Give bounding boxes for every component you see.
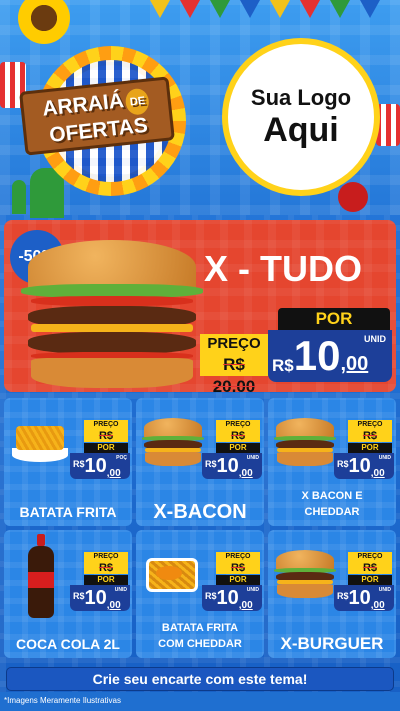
flyer: ARRAIÁDE OFERTAS Sua Logo Aqui -50% X - … (0, 0, 400, 711)
burger-icon (273, 418, 337, 466)
hero-por-label: POR (278, 308, 390, 330)
por-label: POR (84, 443, 128, 453)
product-name: X-BURGUER (280, 634, 384, 653)
product-card[interactable]: PREÇOR$ 20,00PORR$10,00UNID BATATA FRITA … (136, 530, 264, 658)
por-label: POR (216, 443, 260, 453)
product-name: X BACON E CHEDDAR (301, 490, 363, 518)
hero-offer[interactable]: -50% X - TUDO PREÇO R$ 20,00 POR R$10,00… (4, 220, 396, 392)
old-price: R$ 20,00 (84, 562, 128, 586)
fries-icon (12, 426, 68, 462)
disclaimer: *Imagens Meramente Ilustrativas (4, 696, 121, 705)
arraia-badge: ARRAIÁ DE OFERTAS (19, 46, 186, 196)
product-name: COCA COLA 2L (16, 636, 120, 652)
badge-line1: ARRAIÁ (41, 89, 125, 121)
hero-old-price: R$ 20,00 (200, 354, 268, 392)
price-box: R$10,00 UNID (334, 453, 394, 479)
bunting-flags (150, 0, 400, 40)
logo-line1: Sua Logo (250, 85, 352, 110)
bottle-icon (28, 534, 54, 618)
product-card[interactable]: PREÇOR$ 20,00PORR$10,00UNID X-BACON (136, 398, 264, 526)
product-card[interactable]: PREÇOR$ 20,00PORR$10,00UNID COCA COLA 2L (4, 530, 132, 658)
old-price: R$ 20,00 (216, 562, 260, 586)
price-box: R$10,00 UNID (202, 453, 262, 479)
product-card[interactable]: PREÇOR$ 20,00PORR$10,00UNID X-BURGUER (268, 530, 396, 658)
hero-price: R$10,00 UNID (268, 330, 392, 382)
sunflower-icon (18, 0, 70, 44)
cta-banner[interactable]: Crie seu encarte com este tema! (6, 667, 394, 691)
preco-label: PREÇO (348, 420, 392, 430)
hero-preco-label: PREÇO (200, 334, 268, 354)
product-card[interactable]: PREÇOR$ 20,00PORR$10,00POÇ BATATA FRITA (4, 398, 132, 526)
cactus-icon (12, 180, 26, 214)
burger-icon (21, 240, 203, 388)
old-price: R$ 20,00 (348, 430, 392, 454)
product-card[interactable]: PREÇOR$ 20,00PORR$10,00UNID X BACON E CHE… (268, 398, 396, 526)
burger-icon (273, 550, 337, 598)
preco-label: PREÇO (216, 420, 260, 430)
price-box: R$10,00 POÇ (70, 453, 130, 479)
product-name: BATATA FRITA COM CHEDDAR (158, 622, 242, 650)
fries-cheddar-icon (146, 558, 198, 592)
preco-label: PREÇO (84, 420, 128, 430)
preco-label: PREÇO (216, 552, 260, 562)
price-box: R$10,00 UNID (202, 585, 262, 611)
old-price: R$ 20,00 (84, 430, 128, 454)
por-label: POR (348, 575, 392, 585)
product-name: X-BACON (153, 501, 247, 523)
logo-line2: Aqui (263, 111, 339, 149)
badge-de: DE (124, 87, 151, 116)
preco-label: PREÇO (348, 552, 392, 562)
por-label: POR (348, 443, 392, 453)
por-label: POR (84, 575, 128, 585)
product-name: BATATA FRITA (19, 504, 117, 520)
old-price: R$ 20,00 (348, 562, 392, 586)
logo-placeholder[interactable]: Sua Logo Aqui (222, 38, 380, 196)
old-price: R$ 20,00 (216, 430, 260, 454)
candy-apple-icon (338, 182, 368, 212)
preco-label: PREÇO (84, 552, 128, 562)
burger-icon (141, 418, 205, 466)
price-box: R$10,00 UNID (334, 585, 394, 611)
hero-title: X - TUDO (204, 248, 362, 289)
header: ARRAIÁ DE OFERTAS Sua Logo Aqui (0, 0, 400, 218)
price-box: R$10,00 UNID (70, 585, 130, 611)
por-label: POR (216, 575, 260, 585)
